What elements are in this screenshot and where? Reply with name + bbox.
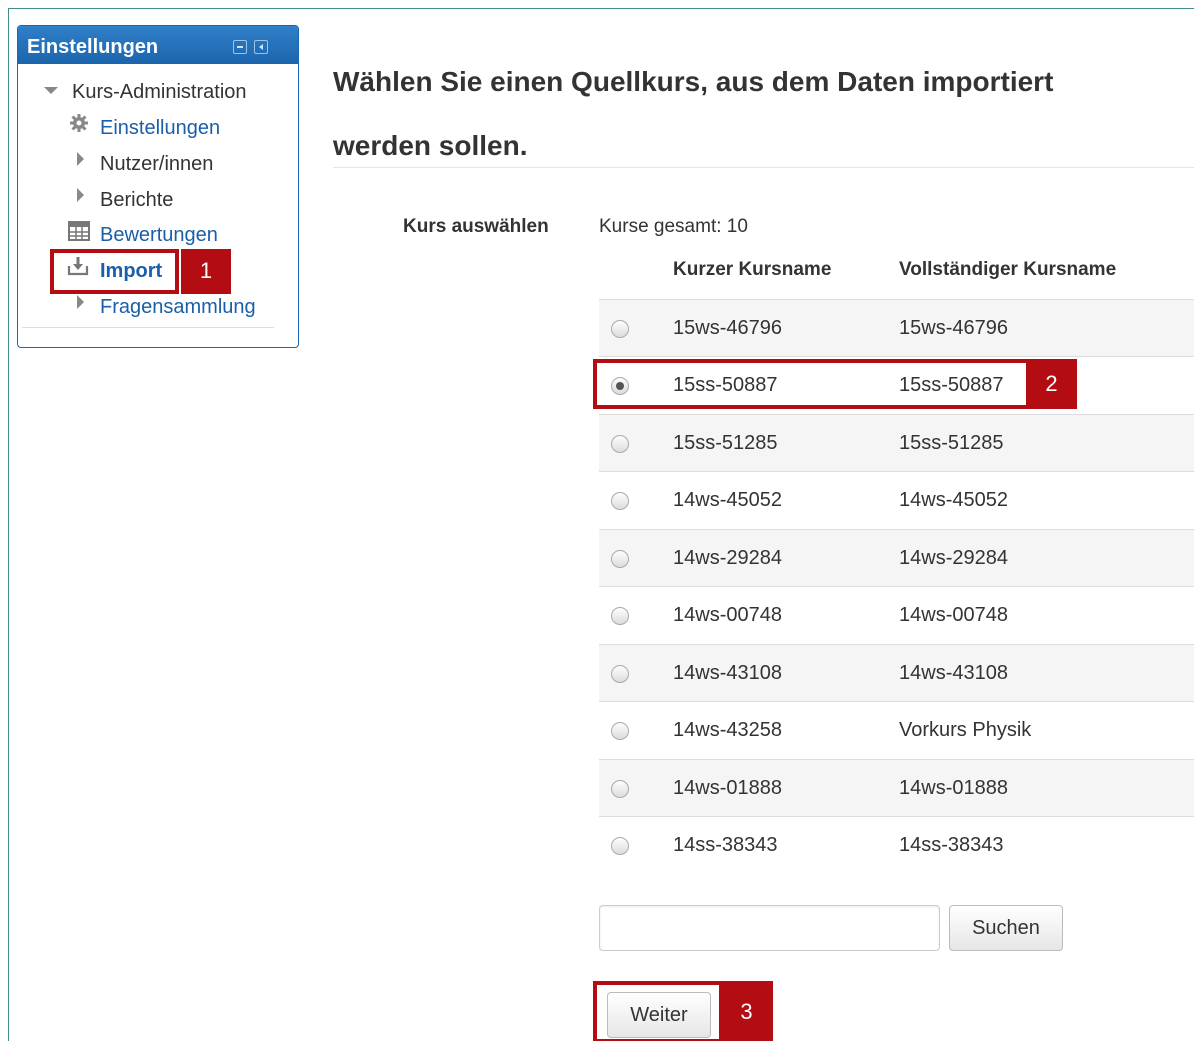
sidebar-item-einstellungen[interactable]: Einstellungen [100,117,220,140]
callout-number-1: 1 [181,249,231,294]
course-radio[interactable] [611,837,629,855]
short-name-cell: 15ws-46796 [673,317,782,339]
short-name-cell: 14ss-38343 [673,834,778,856]
course-radio[interactable] [611,550,629,568]
callout-number-3: 3 [720,981,773,1041]
course-radio[interactable] [611,435,629,453]
column-header-short-name: Kurzer Kursname [673,259,832,280]
heading-divider [333,167,1194,168]
short-name-cell: 14ws-01888 [673,777,782,799]
collapse-icon[interactable] [233,40,247,54]
full-name-cell: 14ss-38343 [899,834,1004,856]
column-header-full-name: Vollständiger Kursname [899,259,1117,280]
sidebar-item-berichte[interactable]: Berichte [100,189,173,212]
course-radio[interactable] [611,780,629,798]
short-name-cell: 14ws-43108 [673,662,782,684]
callout-number-2: 2 [1026,359,1077,409]
course-radio[interactable] [611,320,629,338]
full-name-cell: 15ws-46796 [899,317,1008,339]
table-row[interactable]: 14ss-38343 14ss-38343 [599,816,1194,873]
course-select-label: Kurs auswählen [403,216,549,237]
full-name-cell: 14ws-29284 [899,547,1008,569]
course-radio[interactable] [611,492,629,510]
table-row[interactable]: 14ws-45052 14ws-45052 [599,471,1194,528]
settings-block-header: Einstellungen [18,26,298,64]
triangle-down-icon[interactable] [44,87,58,94]
full-name-cell: 14ws-43108 [899,662,1008,684]
table-row[interactable]: 14ws-00748 14ws-00748 [599,586,1194,643]
triangle-right-icon[interactable] [77,295,84,309]
sidebar-item-kurs-administration[interactable]: Kurs-Administration [72,81,247,104]
callout-box-3 [593,981,723,1041]
course-radio[interactable] [611,665,629,683]
page-heading-line1: Wählen Sie einen Quellkurs, aus dem Date… [333,66,1054,97]
dock-icon[interactable] [254,40,268,54]
short-name-cell: 14ws-45052 [673,489,782,511]
gear-icon [70,114,88,132]
table-row[interactable]: 14ws-01888 14ws-01888 [599,759,1194,816]
full-name-cell: 14ws-45052 [899,489,1008,511]
callout-box-2 [593,359,1030,409]
table-row[interactable]: 14ws-43258 Vorkurs Physik [599,701,1194,758]
full-name-cell: 15ss-51285 [899,432,1004,454]
triangle-right-icon[interactable] [77,188,84,202]
full-name-cell: 14ws-01888 [899,777,1008,799]
search-button[interactable]: Suchen [949,905,1063,951]
page-heading-line2: werden sollen. [333,130,528,161]
table-row[interactable]: 14ws-29284 14ws-29284 [599,529,1194,586]
triangle-right-icon[interactable] [77,152,84,166]
callout-box-1 [50,249,179,294]
sidebar-item-nutzer-innen[interactable]: Nutzer/innen [100,153,213,176]
sidebar-item-bewertungen[interactable]: Bewertungen [100,224,218,247]
full-name-cell: Vorkurs Physik [899,719,1032,741]
course-radio[interactable] [611,722,629,740]
page-heading: Wählen Sie einen Quellkurs, aus dem Date… [333,50,1183,178]
short-name-cell: 14ws-29284 [673,547,782,569]
table-row[interactable]: 15ss-51285 15ss-51285 [599,414,1194,471]
settings-block-title: Einstellungen [27,36,159,58]
short-name-cell: 15ss-51285 [673,432,778,454]
table-row[interactable]: 14ws-43108 14ws-43108 [599,644,1194,701]
block-divider [22,327,274,328]
full-name-cell: 14ws-00748 [899,604,1008,626]
course-total: Kurse gesamt: 10 [599,216,748,237]
short-name-cell: 14ws-43258 [673,719,782,741]
table-row[interactable]: 15ws-46796 15ws-46796 [599,299,1194,356]
sidebar-item-fragensammlung[interactable]: Fragensammlung [100,296,256,319]
search-input[interactable] [599,905,940,951]
table-icon [68,221,90,241]
short-name-cell: 14ws-00748 [673,604,782,626]
course-radio[interactable] [611,607,629,625]
